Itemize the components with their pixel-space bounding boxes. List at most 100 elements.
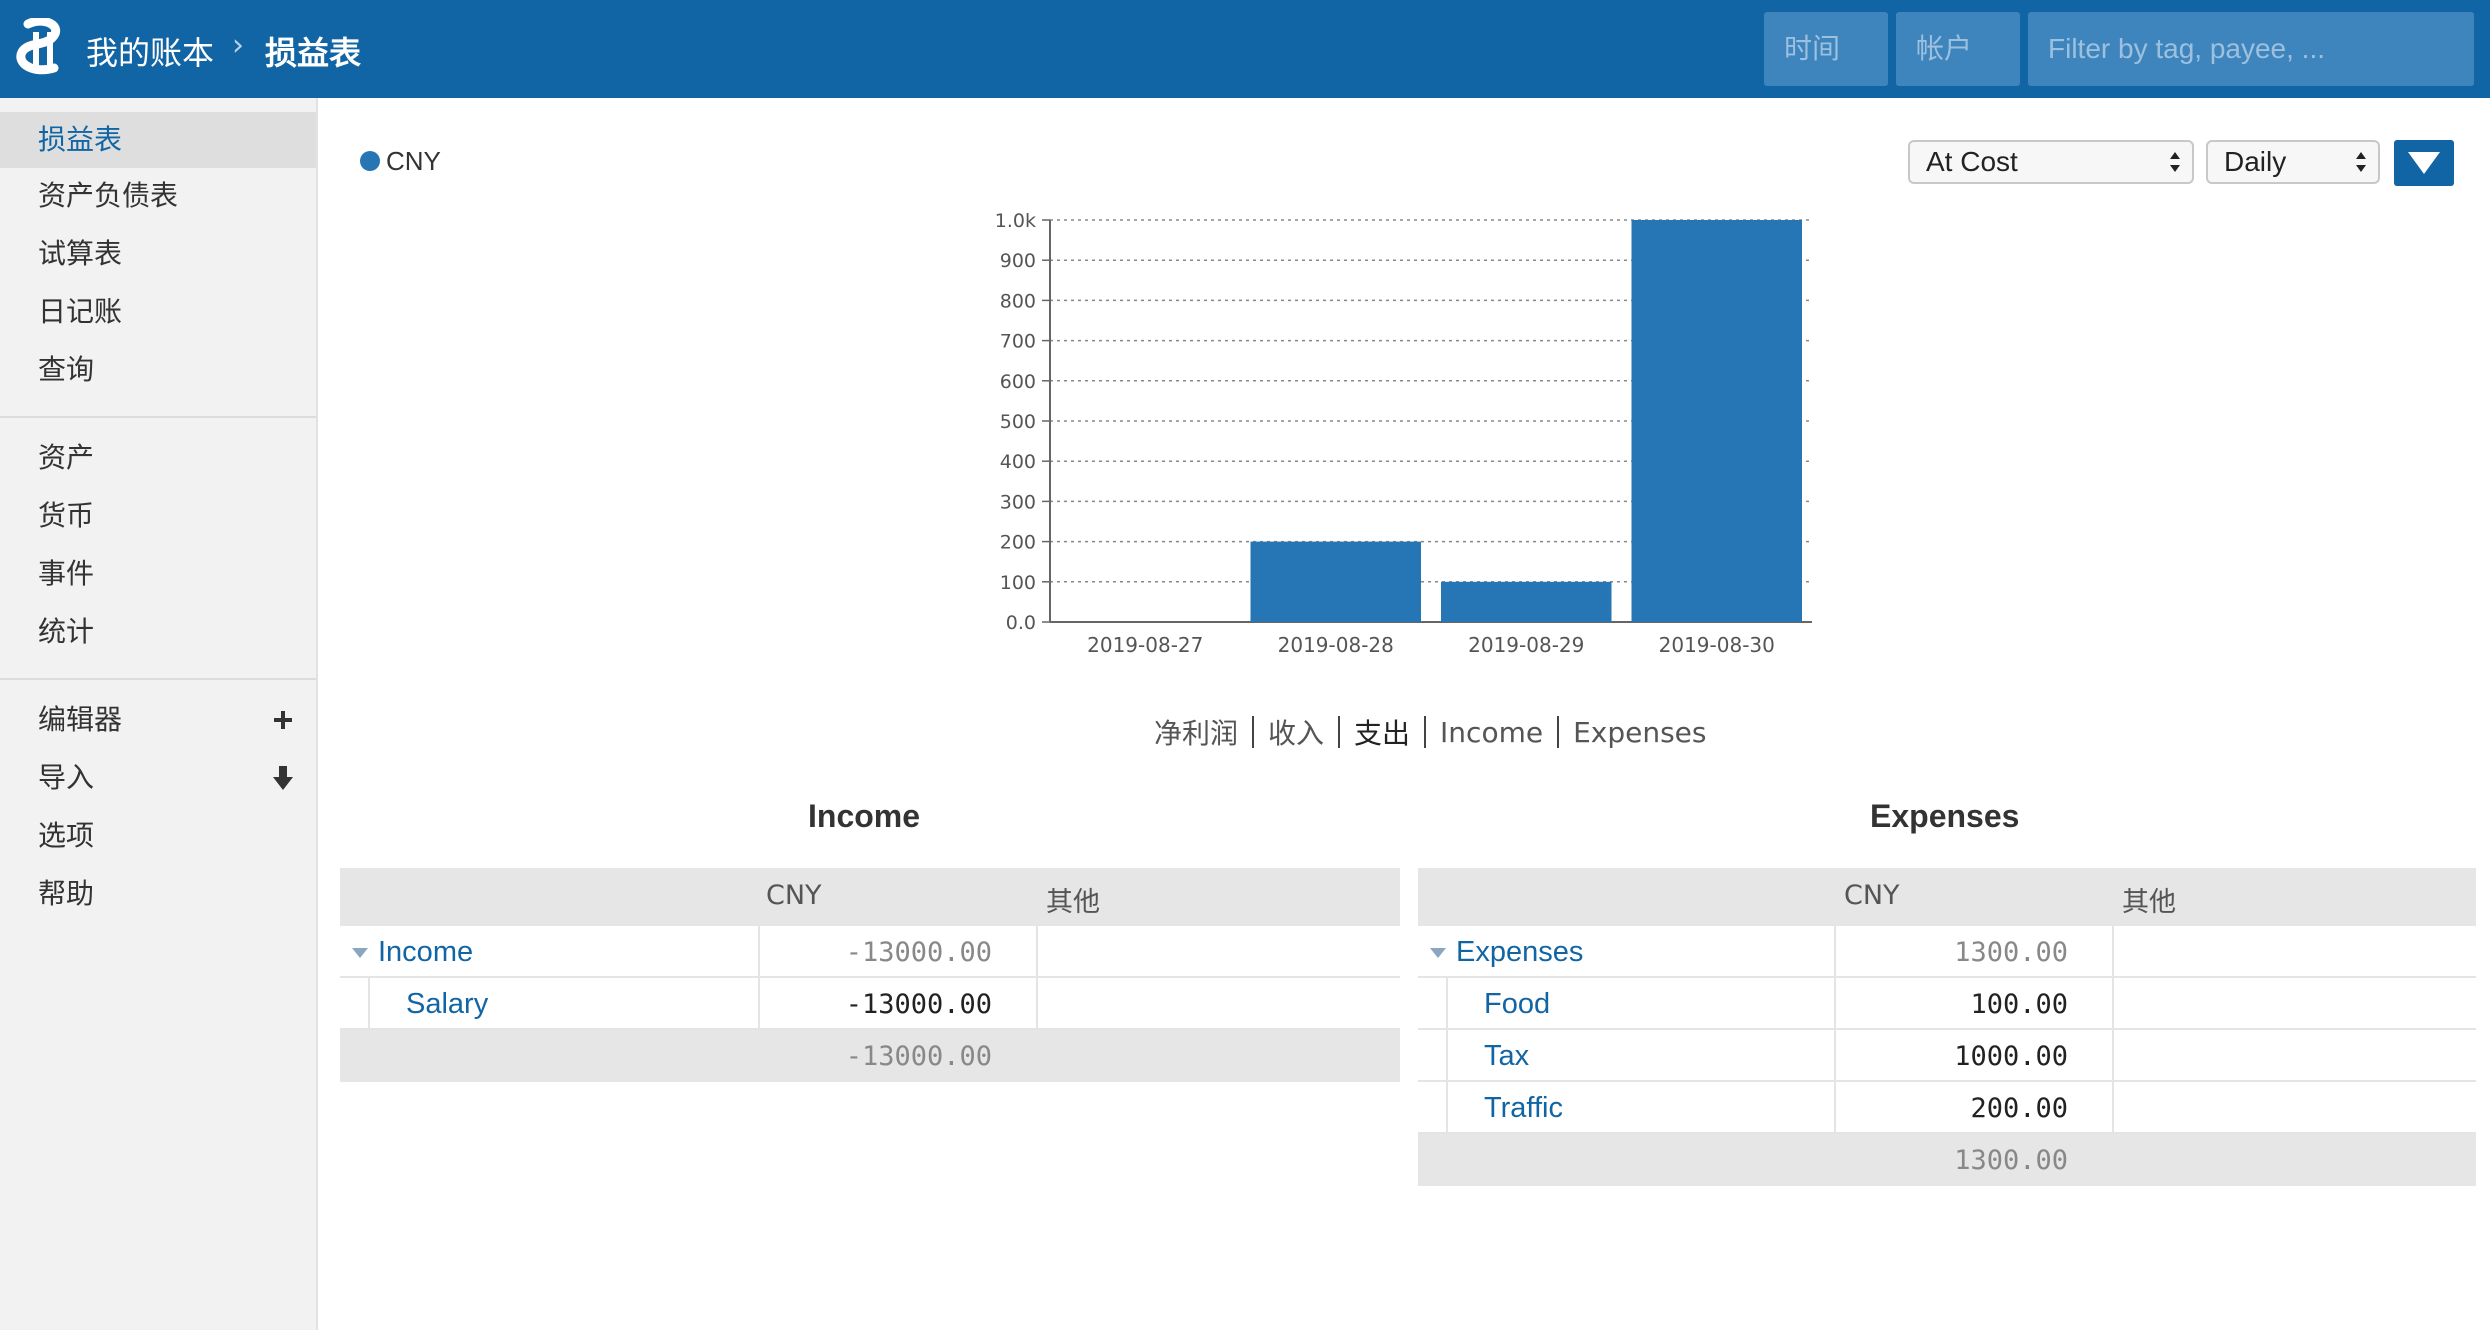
column-divider [758, 978, 760, 1030]
column-divider [2112, 926, 2114, 978]
column-divider [758, 926, 760, 978]
sidebar-item-balance-sheet[interactable]: 资产负债表 [0, 168, 316, 224]
bar-2019-08-29[interactable] [1441, 581, 1612, 622]
x-tick-label: 2019-08-29 [1468, 633, 1584, 657]
indent-guide [368, 978, 370, 1030]
sidebar-item-help[interactable]: 帮助 [0, 866, 316, 922]
conversion-select[interactable]: At Cost [1908, 140, 2194, 184]
column-header-other[interactable]: 其他 [1046, 880, 1100, 919]
column-divider [1834, 1082, 1836, 1134]
plus-icon[interactable] [268, 692, 298, 748]
table-row: Income -13000.00 [340, 926, 1400, 978]
top-header: 我的账本 › 损益表 时间 帐户 Filter by tag, payee, .… [0, 0, 2490, 98]
sidebar-divider [0, 678, 316, 680]
balance-cell: 1300.00 [1954, 937, 2068, 968]
y-tick-label: 100 [1000, 572, 1036, 594]
chart-mode-1[interactable]: 收入 [1254, 712, 1338, 752]
chart-toggle-button[interactable] [2394, 140, 2454, 186]
total-cell: 1300.00 [1954, 1145, 2068, 1176]
table-header: CNY 其他 [1418, 868, 2476, 926]
y-tick-label: 700 [1000, 331, 1036, 353]
account-link-traffic[interactable]: Traffic [1484, 1092, 1563, 1125]
sidebar-item-query[interactable]: 查询 [0, 342, 316, 398]
sidebar-item-journal[interactable]: 日记账 [0, 284, 316, 340]
column-divider [1834, 978, 1836, 1030]
bar-2019-08-30[interactable] [1631, 220, 1803, 622]
account-link-income[interactable]: Income [378, 936, 473, 969]
sidebar-item-events[interactable]: 事件 [0, 546, 316, 602]
select-arrows-icon [2170, 152, 2180, 172]
legend-dot-icon[interactable] [360, 151, 380, 171]
sidebar-item-statistics[interactable]: 统计 [0, 604, 316, 660]
account-link-tax[interactable]: Tax [1484, 1040, 1529, 1073]
interval-select[interactable]: Daily [2206, 140, 2380, 184]
ledger-title-link[interactable]: 我的账本 [86, 28, 214, 74]
select-arrows-icon [2356, 152, 2366, 172]
column-header-other[interactable]: 其他 [2122, 880, 2176, 919]
sidebar-item-trial-balance[interactable]: 试算表 [0, 226, 316, 282]
balance-cell: 200.00 [1970, 1093, 2068, 1124]
total-row: -13000.00 [340, 1030, 1400, 1082]
table-row: Food 100.00 [1418, 978, 2476, 1030]
y-tick-label: 500 [1000, 411, 1036, 433]
expenses-section-title: Expenses [1870, 798, 2020, 834]
column-divider [2112, 1082, 2114, 1134]
y-tick-label: 800 [1000, 290, 1036, 312]
sidebar-divider [0, 416, 316, 418]
balance-cell: 1000.00 [1954, 1041, 2068, 1072]
sidebar-item-options[interactable]: 选项 [0, 808, 316, 864]
y-tick-label: 0.0 [1006, 612, 1036, 634]
balance-cell: 100.00 [1970, 989, 2068, 1020]
beancount-logo-icon[interactable] [14, 18, 72, 80]
table-header: CNY 其他 [340, 868, 1400, 926]
table-row: Expenses 1300.00 [1418, 926, 2476, 978]
chart-mode-3[interactable]: Income [1426, 716, 1557, 749]
total-cell: -13000.00 [845, 1041, 992, 1072]
chart-mode-4[interactable]: Expenses [1559, 716, 1720, 749]
bar-2019-08-28[interactable] [1250, 541, 1422, 622]
y-tick-label: 400 [1000, 451, 1036, 473]
sidebar: 损益表 资产负债表 试算表 日记账 查询 资产 货币 事件 统计 编辑器 导入 … [0, 98, 318, 1330]
total-row: 1300.00 [1418, 1134, 2476, 1186]
column-header-currency[interactable]: CNY [1844, 880, 1900, 911]
sidebar-item-import[interactable]: 导入 [0, 750, 316, 806]
column-header-currency[interactable]: CNY [766, 880, 822, 911]
x-tick-label: 2019-08-27 [1087, 633, 1203, 657]
conversion-select-value: At Cost [1926, 146, 2018, 177]
column-divider [1834, 926, 1836, 978]
chart-mode-0[interactable]: 净利润 [1140, 712, 1252, 752]
sidebar-item-editor[interactable]: 编辑器 [0, 692, 316, 748]
income-expense-bar-chart[interactable]: 0.0 100 200 300 400 500 600 700 800 900 1.0k 2019-0… [960, 200, 1860, 700]
chart-mode-2[interactable]: 支出 [1340, 712, 1424, 752]
column-divider [2112, 978, 2114, 1030]
sidebar-item-label: 导入 [38, 761, 95, 794]
time-filter-input[interactable]: 时间 [1764, 12, 1888, 86]
indent-guide [1446, 1082, 1448, 1134]
account-link-food[interactable]: Food [1484, 988, 1550, 1021]
column-divider [2112, 1030, 2114, 1082]
column-divider [1036, 926, 1038, 978]
legend-label[interactable]: CNY [386, 146, 441, 177]
interval-select-value: Daily [2224, 146, 2287, 177]
balance-cell: -13000.00 [845, 937, 992, 968]
account-link-salary[interactable]: Salary [406, 988, 488, 1021]
breadcrumb-separator: › [232, 28, 244, 63]
account-link-expenses[interactable]: Expenses [1456, 936, 1583, 969]
column-divider [1036, 978, 1038, 1030]
download-icon[interactable] [268, 750, 298, 806]
y-tick-label: 200 [1000, 532, 1036, 554]
sidebar-item-label: 编辑器 [38, 703, 123, 736]
sidebar-item-income-statement[interactable]: 损益表 [0, 112, 316, 168]
sidebar-item-holdings[interactable]: 资产 [0, 430, 316, 486]
table-row: Tax 1000.00 [1418, 1030, 2476, 1082]
column-divider [1834, 1030, 1836, 1082]
y-tick-label: 900 [1000, 250, 1036, 272]
tag-payee-filter-input[interactable]: Filter by tag, payee, ... [2028, 12, 2474, 86]
y-tick-label: 1.0k [995, 210, 1036, 232]
collapse-caret-icon[interactable] [352, 948, 368, 958]
sidebar-item-commodities[interactable]: 货币 [0, 488, 316, 544]
y-tick-label: 600 [1000, 371, 1036, 393]
indent-guide [1446, 1030, 1448, 1082]
collapse-caret-icon[interactable] [1430, 948, 1446, 958]
account-filter-input[interactable]: 帐户 [1896, 12, 2020, 86]
